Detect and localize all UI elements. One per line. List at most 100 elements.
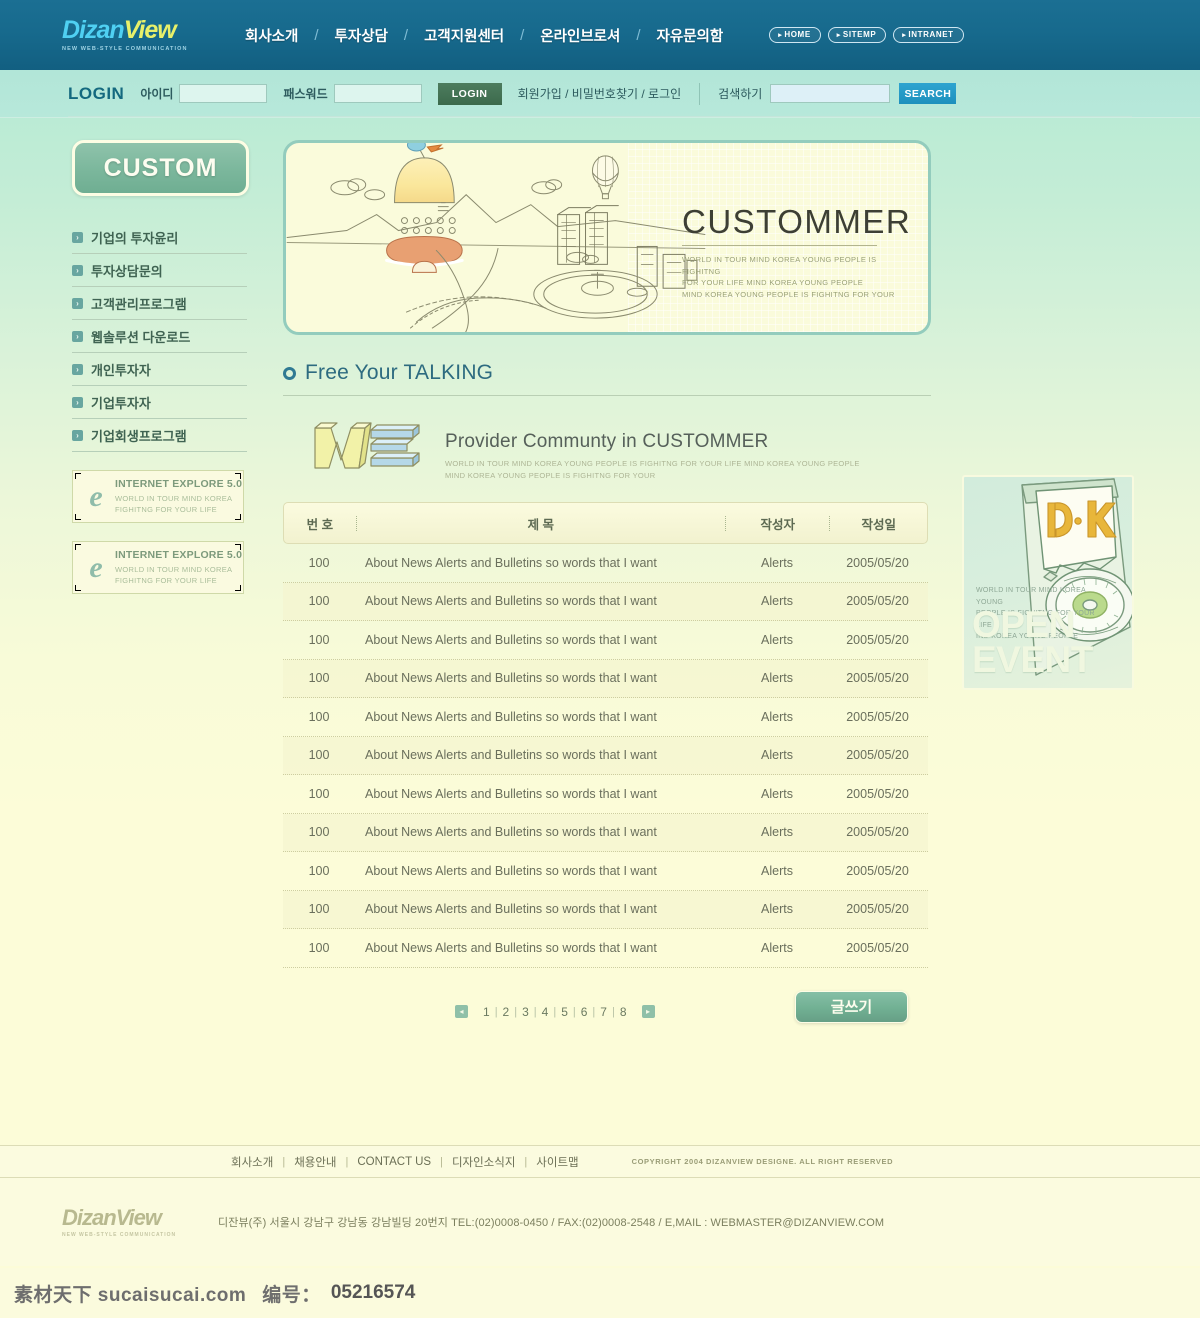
table-row[interactable]: 100 About News Alerts and Bulletins so w… (283, 775, 928, 814)
hero-divider (682, 245, 877, 246)
table-row[interactable]: 100 About News Alerts and Bulletins so w… (283, 736, 928, 775)
search-input[interactable] (770, 84, 891, 103)
table-row[interactable]: 100 About News Alerts and Bulletins so w… (283, 621, 928, 660)
cell-author: Alerts (761, 671, 793, 686)
table-row[interactable]: 100 About News Alerts and Bulletins so w… (283, 852, 928, 891)
page-number-1[interactable]: 1 (478, 1005, 495, 1019)
table-row[interactable]: 100 About News Alerts and Bulletins so w… (283, 582, 928, 621)
banner-title: INTERNET EXPLORE 5.0 (115, 477, 243, 490)
banner-line-1: WORLD IN TOUR MIND KOREA (115, 493, 233, 503)
corner-mark-icon (235, 544, 241, 550)
cell-author: Alerts (761, 902, 793, 917)
cell-title[interactable]: About News Alerts and Bulletins so words… (355, 864, 725, 878)
pill-home[interactable]: ▸ HOME (769, 27, 821, 43)
hero-subtext-1: WORLD IN TOUR MIND KOREA YOUNG PEOPLE IS… (682, 255, 877, 276)
sidebar-item-websolution-download[interactable]: › 웹솔루션 다운로드 (72, 320, 247, 353)
promo-banner-open-event[interactable]: WORLD IN TOUR MIND KOREA YOUNG PEOPLE IS… (962, 475, 1134, 690)
pagination-next-button[interactable]: ▸ (641, 1005, 655, 1018)
cell-title[interactable]: About News Alerts and Bulletins so words… (355, 594, 725, 608)
cell-title[interactable]: About News Alerts and Bulletins so words… (355, 556, 725, 570)
cell-title[interactable]: About News Alerts and Bulletins so words… (355, 787, 725, 801)
nav-item-company[interactable]: 회사소개 (229, 25, 314, 46)
sidebar-header-custom[interactable]: CUSTOM (72, 140, 249, 196)
watermark-site: 素材天下 sucaisucai.com (14, 1284, 247, 1306)
sidebar-menu: › 기업의 투자윤리 › 투자상담문의 › 고객관리프로그램 › 웹솔루션 다운… (72, 221, 247, 452)
nav-item-investment[interactable]: 투자상담 (319, 25, 404, 46)
corner-mark-icon (235, 514, 241, 520)
cell-author: Alerts (761, 632, 793, 647)
cell-title[interactable]: About News Alerts and Bulletins so words… (355, 825, 725, 839)
hero-landscape-illustration (286, 143, 706, 332)
search-label: 검색하기 (718, 87, 763, 101)
sidebar-item-label: 고객관리프로그램 (91, 296, 187, 312)
hero-subtext-2: FOR YOUR LIFE MIND KOREA YOUNG PEOPLE (682, 278, 864, 288)
password-input[interactable] (333, 84, 422, 103)
column-header-title: 제 목 (527, 517, 555, 532)
pill-sitemap[interactable]: ▸ SITEMP (827, 27, 887, 43)
page-number-6[interactable]: 6 (576, 1005, 593, 1019)
page-number-8[interactable]: 8 (615, 1005, 632, 1019)
page-number-2[interactable]: 2 (498, 1005, 515, 1019)
nav-item-support[interactable]: 고객지원센터 (408, 25, 520, 46)
chevron-right-icon: › (72, 429, 83, 441)
login-submit-button[interactable]: LOGIN (437, 82, 502, 105)
cell-title[interactable]: About News Alerts and Bulletins so words… (355, 941, 725, 955)
page-number-3[interactable]: 3 (517, 1005, 534, 1019)
cell-no: 100 (308, 632, 330, 647)
account-links[interactable]: 회원가입 / 비밀번호찾기 / 로그인 (518, 85, 682, 102)
sidebar-item-corporate-investor[interactable]: › 기업투자자 (72, 386, 247, 419)
write-post-button[interactable]: 글쓰기 (795, 990, 908, 1023)
search-button[interactable]: SEARCH (899, 83, 957, 104)
sidebar-banner-ie-1[interactable]: e INTERNET EXPLORE 5.0 WORLD IN TOUR MIN… (72, 470, 244, 523)
cell-title[interactable]: About News Alerts and Bulletins so words… (355, 748, 725, 762)
sidebar-item-crm-program[interactable]: › 고객관리프로그램 (72, 287, 247, 320)
site-logo[interactable]: DizanView NEW WEB-STYLE COMMUNICATION (62, 18, 207, 53)
watermark-id-value: 05216574 (330, 1282, 416, 1303)
sidebar: CUSTOM › 기업의 투자윤리 › 투자상담문의 › 고객관리프로그램 › … (72, 140, 254, 594)
utility-nav: ▸ HOME ▸ SITEMP ▸ INTRANET (769, 27, 964, 43)
sidebar-item-label: 기업회생프로그램 (91, 428, 187, 444)
sidebar-item-consult[interactable]: › 투자상담문의 (72, 254, 247, 287)
nav-item-brochure[interactable]: 온라인브로셔 (524, 25, 636, 46)
footer-link-sitemap[interactable]: 사이트맵 (527, 1154, 587, 1170)
cell-date: 2005/05/20 (846, 940, 909, 955)
cell-title[interactable]: About News Alerts and Bulletins so words… (355, 710, 725, 724)
watermark-bar: 素材天下 sucaisucai.com 编号： 05216574 (0, 1268, 1200, 1318)
sidebar-banner-ie-2[interactable]: e INTERNET EXPLORE 5.0 WORLD IN TOUR MIN… (72, 541, 244, 594)
table-row[interactable]: 100 About News Alerts and Bulletins so w… (283, 890, 928, 929)
cell-title[interactable]: About News Alerts and Bulletins so words… (355, 902, 725, 916)
footer-link-recruit[interactable]: 채용안내 (285, 1154, 345, 1170)
chevron-right-icon: › (72, 264, 83, 276)
table-row[interactable]: 100 About News Alerts and Bulletins so w… (283, 813, 928, 852)
hero-banner: CUSTOMMER WORLD IN TOUR MIND KOREA YOUNG… (283, 140, 931, 335)
page-number-5[interactable]: 5 (556, 1005, 573, 1019)
page-number-7[interactable]: 7 (595, 1005, 612, 1019)
nav-item-inquiry[interactable]: 자유문의함 (641, 25, 740, 46)
sidebar-item-revival-program[interactable]: › 기업회생프로그램 (72, 419, 247, 452)
pagination-prev-button[interactable]: ◂ (455, 1005, 468, 1018)
primary-nav: 회사소개 / 투자상담 / 고객지원센터 / 온라인브로셔 / 자유문의함 (229, 25, 739, 46)
table-row[interactable]: 100 About News Alerts and Bulletins so w… (283, 929, 928, 968)
user-id-input[interactable] (179, 84, 268, 103)
sidebar-item-ethics[interactable]: › 기업의 투자윤리 (72, 221, 247, 254)
sidebar-item-individual-investor[interactable]: › 개인투자자 (72, 353, 247, 386)
banner-line-2: FIGHITNG FOR YOUR LIFE (115, 505, 217, 515)
footer-link-newsletter[interactable]: 디자인소식지 (443, 1154, 524, 1170)
table-row[interactable]: 100 About News Alerts and Bulletins so w… (283, 544, 928, 583)
page-number-4[interactable]: 4 (537, 1005, 554, 1019)
table-row[interactable]: 100 About News Alerts and Bulletins so w… (283, 659, 928, 698)
cell-title[interactable]: About News Alerts and Bulletins so words… (355, 633, 725, 647)
banner-line-2: FIGHITNG FOR YOUR LIFE (115, 576, 217, 586)
footer-link-contact[interactable]: CONTACT US (348, 1156, 440, 1168)
cell-no: 100 (308, 825, 330, 840)
board-desc-2: MIND KOREA YOUNG PEOPLE IS FIGHITNG FOR … (445, 471, 656, 480)
cell-title[interactable]: About News Alerts and Bulletins so words… (355, 671, 725, 685)
footer-logo-text: DizanView (62, 1206, 202, 1229)
table-row[interactable]: 100 About News Alerts and Bulletins so w… (283, 698, 928, 737)
footer-link-company[interactable]: 회사소개 (222, 1154, 282, 1170)
sidebar-item-label: 기업의 투자윤리 (91, 230, 179, 246)
column-header-no: 번 호 (306, 517, 334, 532)
sidebar-item-label: 투자상담문의 (91, 263, 163, 279)
cell-author: Alerts (761, 825, 793, 840)
pill-intranet[interactable]: ▸ INTRANET (893, 27, 964, 43)
